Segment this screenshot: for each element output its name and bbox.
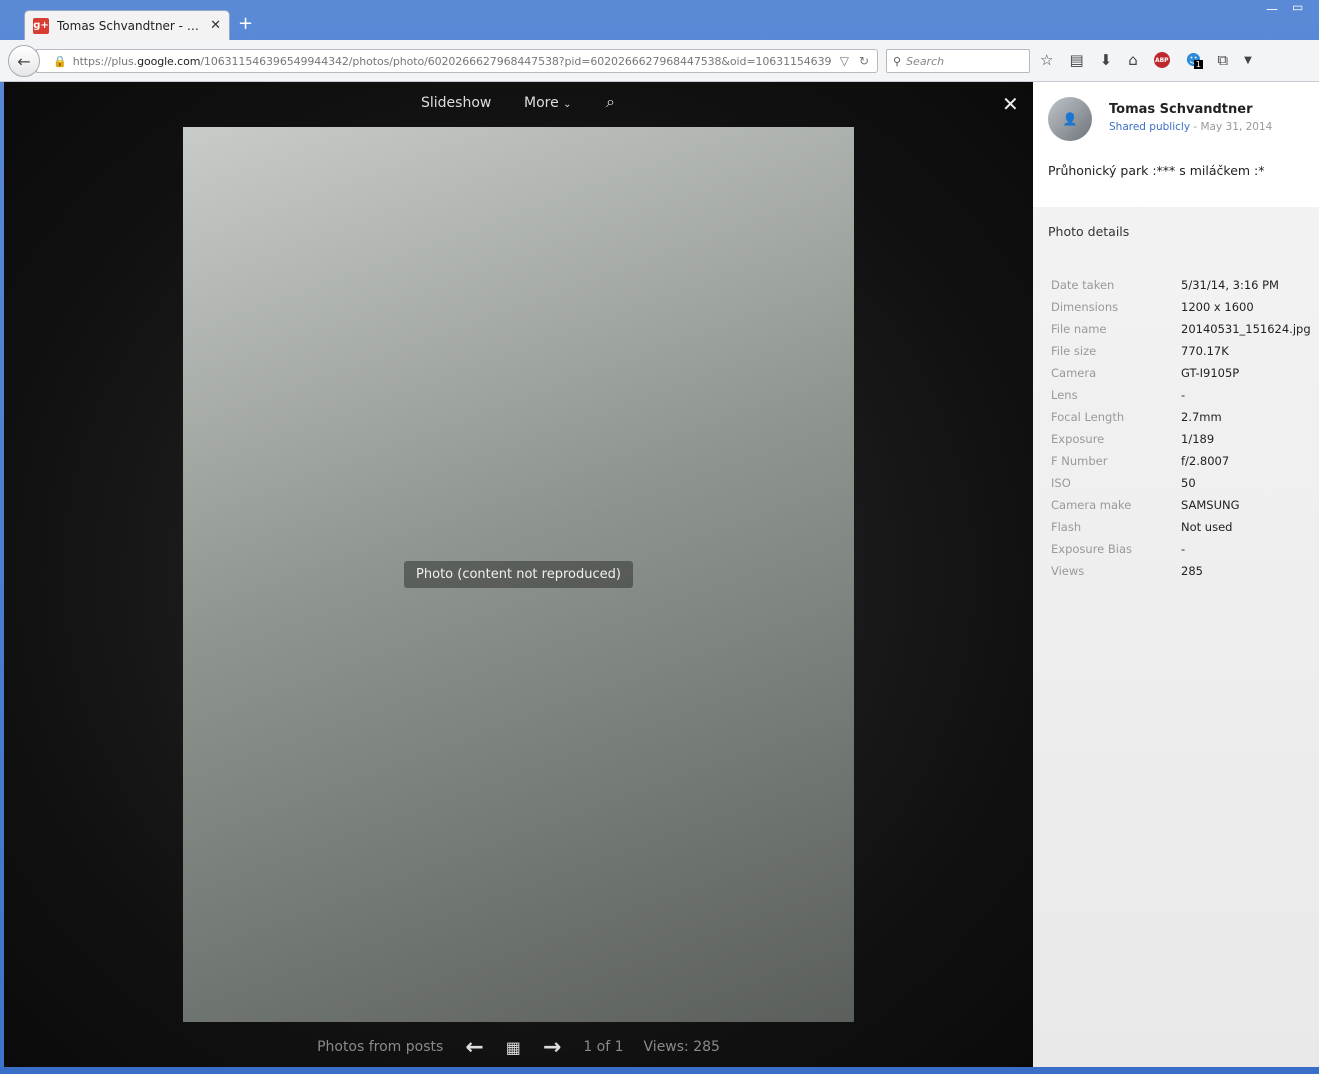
detail-row: File size 770.17K bbox=[1051, 340, 1311, 362]
detail-row: File name 20140531_151624.jpg bbox=[1051, 318, 1311, 340]
adblock-icon[interactable]: ABP bbox=[1153, 52, 1170, 68]
detail-key: Views bbox=[1051, 564, 1085, 578]
author-name[interactable]: Tomas Schvandtner bbox=[1109, 102, 1252, 117]
detail-key: ISO bbox=[1051, 476, 1071, 490]
photo-details-title: Photo details bbox=[1048, 224, 1130, 239]
detail-value: 20140531_151624.jpg bbox=[1181, 322, 1311, 336]
extensions-icon[interactable]: ⧉ bbox=[1217, 51, 1228, 69]
chevron-down-icon: ⌄ bbox=[563, 99, 572, 110]
window-bottom-edge bbox=[0, 1067, 1319, 1074]
more-button[interactable]: More ⌄ bbox=[524, 95, 572, 111]
tab-close-icon[interactable]: ✕ bbox=[210, 18, 221, 33]
views-count: Views: 285 bbox=[643, 1039, 720, 1055]
detail-key: File size bbox=[1051, 344, 1097, 358]
detail-key: Flash bbox=[1051, 520, 1082, 534]
detail-value: 770.17K bbox=[1181, 344, 1229, 358]
detail-key: Focal Length bbox=[1051, 410, 1125, 424]
photo-position: 1 of 1 bbox=[583, 1039, 624, 1055]
browser-window: g+ Tomas Schvandtner - Goo... ✕ + — ▭ 🔒 … bbox=[0, 0, 1319, 1074]
notification-badge: 1 bbox=[1193, 60, 1203, 69]
close-viewer-icon[interactable]: ✕ bbox=[1002, 92, 1019, 116]
detail-value: GT-I9105P bbox=[1181, 366, 1240, 380]
detail-value: 50 bbox=[1181, 476, 1196, 490]
detail-key: Date taken bbox=[1051, 278, 1115, 292]
detail-key: Lens bbox=[1051, 388, 1078, 402]
detail-row: Lens - bbox=[1051, 384, 1311, 406]
detail-row: Views 285 bbox=[1051, 560, 1311, 582]
info-panel: 👤 Tomas Schvandtner Shared publicly - Ma… bbox=[1033, 82, 1319, 1067]
visibility-link[interactable]: Shared publicly bbox=[1109, 121, 1190, 133]
bookmark-star-icon[interactable]: ☆ bbox=[1040, 51, 1053, 69]
detail-key: F Number bbox=[1051, 454, 1108, 468]
maximize-icon[interactable]: ▭ bbox=[1292, 0, 1303, 14]
detail-key: File name bbox=[1051, 322, 1107, 336]
detail-key: Camera bbox=[1051, 366, 1097, 380]
downloads-icon[interactable]: ⬇ bbox=[1100, 51, 1113, 69]
url-text[interactable]: https://plus.google.com/1063115463965499… bbox=[73, 55, 832, 68]
search-placeholder: Search bbox=[906, 54, 945, 68]
new-tab-button[interactable]: + bbox=[238, 14, 253, 34]
previous-arrow-icon[interactable]: ← bbox=[465, 1035, 483, 1060]
grid-icon[interactable]: ▦ bbox=[506, 1038, 521, 1057]
tab-title: Tomas Schvandtner - Goo... bbox=[57, 18, 204, 33]
tab-bar: g+ Tomas Schvandtner - Goo... ✕ + — ▭ bbox=[0, 0, 1319, 40]
detail-value: 5/31/14, 3:16 PM bbox=[1181, 278, 1279, 292]
post-meta: Shared publicly - May 31, 2014 bbox=[1109, 121, 1272, 133]
post-header: 👤 Tomas Schvandtner Shared publicly - Ma… bbox=[1033, 82, 1319, 207]
search-input[interactable]: ⚲ Search bbox=[886, 49, 1030, 73]
navigation-bar: 🔒 https://plus.google.com/10631154639654… bbox=[0, 40, 1319, 82]
photo-viewer: Slideshow More ⌄ ⌕ ✕ Photo (content not … bbox=[4, 82, 1033, 1067]
avatar[interactable]: 👤 bbox=[1048, 97, 1092, 141]
viewer-footer: Photos from posts ← ▦ → 1 of 1 Views: 28… bbox=[4, 1032, 1033, 1062]
dropdown-arrow-icon[interactable]: ▽ bbox=[840, 54, 849, 68]
toolbar-icons: ☆ ▤ ⬇ ⌂ ABP ☻1 ⧉ ▼ bbox=[1040, 51, 1252, 69]
next-arrow-icon[interactable]: → bbox=[543, 1035, 561, 1060]
detail-key: Exposure Bias bbox=[1051, 542, 1133, 556]
google-plus-favicon-icon: g+ bbox=[33, 17, 49, 34]
detail-row: Flash Not used bbox=[1051, 516, 1311, 538]
detail-row: Dimensions 1200 x 1600 bbox=[1051, 296, 1311, 318]
detail-value: f/2.8007 bbox=[1181, 454, 1230, 468]
ghostery-icon[interactable]: ☻1 bbox=[1186, 51, 1203, 69]
detail-value: 1/189 bbox=[1181, 432, 1215, 446]
photo-details-table: Date taken 5/31/14, 3:16 PM Dimensions 1200… bbox=[1051, 274, 1311, 582]
viewer-toolbar: Slideshow More ⌄ ⌕ ✕ bbox=[4, 82, 1033, 126]
menu-dropdown-icon[interactable]: ▼ bbox=[1244, 55, 1252, 66]
lock-icon: 🔒 bbox=[53, 54, 67, 68]
url-bar[interactable]: 🔒 https://plus.google.com/10631154639654… bbox=[36, 49, 878, 73]
detail-row: Exposure 1/189 bbox=[1051, 428, 1311, 450]
photos-source-link[interactable]: Photos from posts bbox=[317, 1039, 443, 1055]
search-icon: ⚲ bbox=[893, 54, 902, 68]
detail-row: ISO 50 bbox=[1051, 472, 1311, 494]
detail-value: - bbox=[1181, 388, 1186, 402]
detail-key: Exposure bbox=[1051, 432, 1105, 446]
detail-value: Not used bbox=[1181, 520, 1233, 534]
detail-row: Exposure Bias - bbox=[1051, 538, 1311, 560]
back-button[interactable]: ← bbox=[8, 45, 40, 77]
minimize-icon[interactable]: — bbox=[1266, 2, 1278, 16]
zoom-icon[interactable]: ⌕ bbox=[606, 92, 615, 112]
detail-row: Camera make SAMSUNG bbox=[1051, 494, 1311, 516]
photo-placeholder-label: Photo (content not reproduced) bbox=[404, 561, 633, 588]
detail-value: - bbox=[1181, 542, 1186, 556]
detail-key: Camera make bbox=[1051, 498, 1132, 512]
detail-value: SAMSUNG bbox=[1181, 498, 1240, 512]
home-icon[interactable]: ⌂ bbox=[1128, 51, 1138, 69]
detail-value: 285 bbox=[1181, 564, 1203, 578]
detail-key: Dimensions bbox=[1051, 300, 1119, 314]
detail-value: 2.7mm bbox=[1181, 410, 1222, 424]
browser-tab[interactable]: g+ Tomas Schvandtner - Goo... ✕ bbox=[24, 10, 230, 40]
detail-row: Date taken 5/31/14, 3:16 PM bbox=[1051, 274, 1311, 296]
back-arrow-icon: ← bbox=[17, 51, 31, 71]
detail-row: Focal Length 2.7mm bbox=[1051, 406, 1311, 428]
detail-value: 1200 x 1600 bbox=[1181, 300, 1254, 314]
post-date: - May 31, 2014 bbox=[1193, 121, 1273, 133]
detail-row: Camera GT-I9105P bbox=[1051, 362, 1311, 384]
slideshow-button[interactable]: Slideshow bbox=[421, 95, 491, 111]
detail-row: F Number f/2.8007 bbox=[1051, 450, 1311, 472]
post-caption: Průhonický park :*** s miláčkem :* bbox=[1048, 163, 1265, 178]
reading-list-icon[interactable]: ▤ bbox=[1069, 51, 1083, 69]
photo-placeholder: Photo (content not reproduced) bbox=[183, 127, 854, 1022]
reload-icon[interactable]: ↻ bbox=[859, 54, 869, 68]
